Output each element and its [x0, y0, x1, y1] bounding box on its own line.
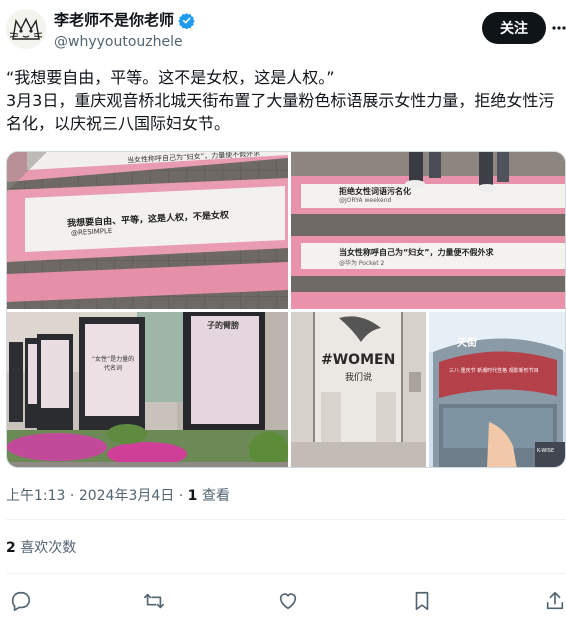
share-icon: [546, 591, 564, 610]
repost-icon: [144, 593, 164, 609]
photo-women-poster[interactable]: #WOMEN 我们说: [291, 312, 426, 467]
author-handle[interactable]: @whyyoutouzhele: [54, 32, 183, 52]
like-button[interactable]: [275, 588, 301, 614]
likes-count: 2: [6, 540, 16, 556]
kiosk-text: K-WISE: [537, 448, 555, 454]
photo-pink-banner-1[interactable]: 当女性称呼自己为“妇女”，力量便不假外求 我想要自由、平等，这是人权，不是女权 …: [7, 152, 288, 309]
meta-separator: ·: [69, 488, 75, 504]
screen-text-large: 子的臂膀: [207, 321, 239, 330]
reply-button[interactable]: [8, 588, 34, 614]
more-options-icon[interactable]: [551, 18, 566, 38]
author-name[interactable]: 李老师不是你老师: [54, 10, 174, 30]
poster-title: #WOMEN: [321, 352, 396, 368]
poster-subtitle: 我们说: [345, 373, 373, 383]
mall-name: 天街: [457, 338, 477, 349]
mall-screen-text: 三八·重庆节 新潮时代性格 观影新形节目: [449, 368, 539, 374]
banner-credit-text: @JORYA weekend: [339, 197, 392, 204]
repost-button[interactable]: [141, 588, 167, 614]
tweet-text: “我想要自由，平等。这不是女权，这是人权。” 3月3日，重庆观音桥北城天街布置了…: [6, 68, 555, 133]
tweet-date[interactable]: 2024年3月4日: [79, 488, 174, 504]
media-grid: 当女性称呼自己为“妇女”，力量便不假外求 我想要自由、平等，这是人权，不是女权 …: [6, 151, 566, 468]
meta-separator: ·: [178, 488, 184, 504]
author-name-row[interactable]: 李老师不是你老师: [54, 10, 195, 30]
likes-link[interactable]: 2 喜欢次数: [6, 538, 76, 558]
views-label: 查看: [201, 488, 230, 504]
views-count: 1: [187, 488, 198, 504]
heart-icon: [279, 593, 297, 610]
banner-main-text: 拒绝女性词语污名化: [339, 187, 411, 196]
bookmark-icon: [415, 591, 429, 611]
share-button[interactable]: [542, 588, 566, 614]
verified-badge-icon: [178, 12, 195, 29]
photo-led-screens[interactable]: “女性”是力量的代名词 子的臂膀: [7, 312, 288, 467]
tweet-time[interactable]: 上午1:13: [6, 488, 65, 504]
photo-mall-screen[interactable]: 天街 三八·重庆节 新潮时代性格 观影新形节目 K-WISE: [429, 312, 565, 467]
tweet-header: 李老师不是你老师 @whyyoutouzhele 关注: [0, 0, 566, 62]
likes-label: 喜欢次数: [20, 540, 77, 556]
divider: [6, 519, 566, 520]
follow-button[interactable]: 关注: [482, 12, 546, 44]
banner-credit2-text: @华为 Pocket 2: [339, 260, 385, 267]
banner-bottom-text: 当女性称呼自己为“妇女”，力量便不假外求: [339, 248, 494, 257]
bookmark-button[interactable]: [409, 588, 435, 614]
tweet-meta: 上午1:13 · 2024年3月4日 · 1 查看: [6, 486, 230, 506]
reply-icon: [11, 591, 31, 611]
photo-pink-banner-2[interactable]: 拒绝女性词语污名化 @JORYA weekend 当女性称呼自己为“妇女”，力量…: [291, 152, 565, 309]
divider: [6, 573, 566, 574]
author-avatar[interactable]: [6, 9, 46, 49]
screen-text: “女性”是力量的代名词: [91, 356, 135, 372]
